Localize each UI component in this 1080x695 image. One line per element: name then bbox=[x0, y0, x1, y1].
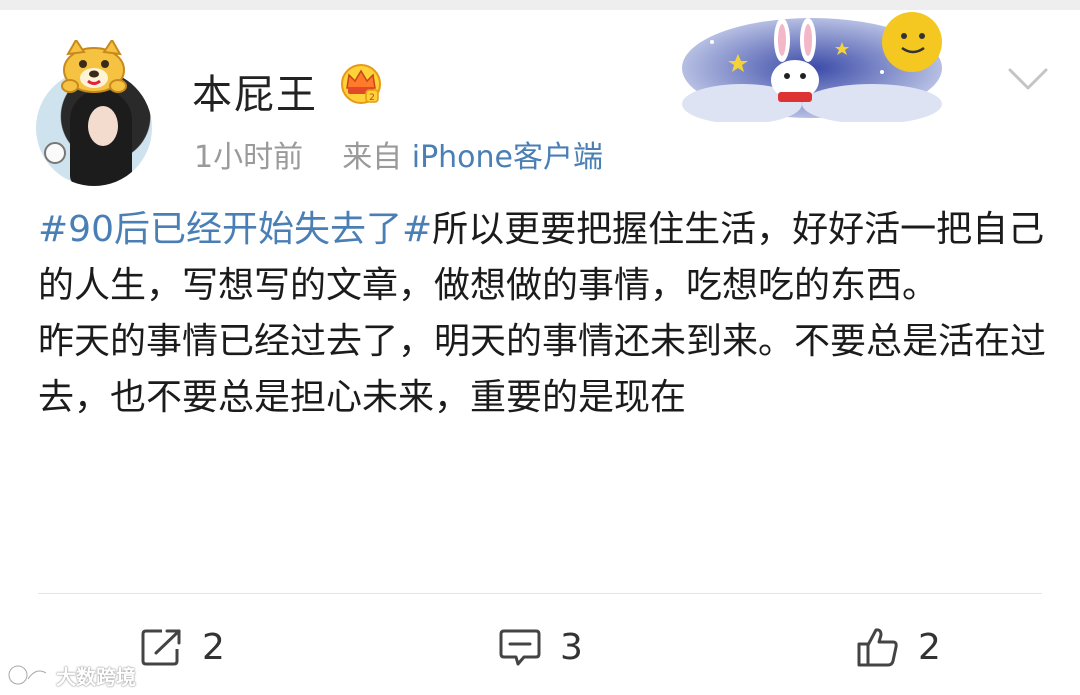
top-strip bbox=[0, 0, 1080, 10]
post-body: #90后已经开始失去了#所以更要把握住生活，好好活一把自己的人生，写想写的文章，… bbox=[38, 202, 1048, 426]
svg-text:2: 2 bbox=[369, 93, 375, 103]
card-background-decoration bbox=[682, 12, 942, 122]
source-prefix: 来自 bbox=[342, 140, 403, 175]
like-count: 2 bbox=[918, 626, 941, 668]
thumbs-up-icon bbox=[857, 628, 898, 667]
post-paragraph-1: #90后已经开始失去了#所以更要把握住生活，好好活一把自己的人生，写想写的文章，… bbox=[38, 202, 1048, 314]
post-paragraph-2: 昨天的事情已经过去了，明天的事情还未到来。不要总是活在过去，也不要总是担心未来，… bbox=[38, 321, 1047, 418]
divider bbox=[38, 593, 1042, 594]
chevron-down-icon[interactable] bbox=[1006, 64, 1050, 94]
like-button[interactable]: 2 bbox=[856, 624, 941, 670]
repost-count: 2 bbox=[202, 626, 225, 668]
watermark-text: 大数跨境 bbox=[56, 664, 136, 689]
username[interactable]: 本屁王 bbox=[192, 62, 318, 120]
comment-count: 3 bbox=[560, 626, 583, 668]
avatar[interactable] bbox=[34, 40, 164, 186]
comment-button[interactable]: 3 bbox=[498, 624, 583, 670]
post-time: 1小时前 bbox=[194, 140, 304, 175]
source-link[interactable]: iPhone客户端 bbox=[412, 140, 603, 175]
watermark: 大数跨境 bbox=[6, 660, 136, 690]
repost-icon bbox=[141, 629, 181, 666]
watermark-logo-icon bbox=[7, 664, 47, 686]
hashtag-link[interactable]: #90后已经开始失去了# bbox=[38, 209, 432, 250]
comment-icon bbox=[499, 629, 541, 666]
repost-button[interactable]: 2 bbox=[140, 624, 225, 670]
post-meta: 1小时前 来自 iPhone客户端 bbox=[194, 132, 603, 176]
cat-sticker-icon bbox=[44, 142, 66, 164]
vip-crown-icon: 2 bbox=[341, 64, 381, 104]
dog-pendant-icon bbox=[61, 40, 127, 93]
